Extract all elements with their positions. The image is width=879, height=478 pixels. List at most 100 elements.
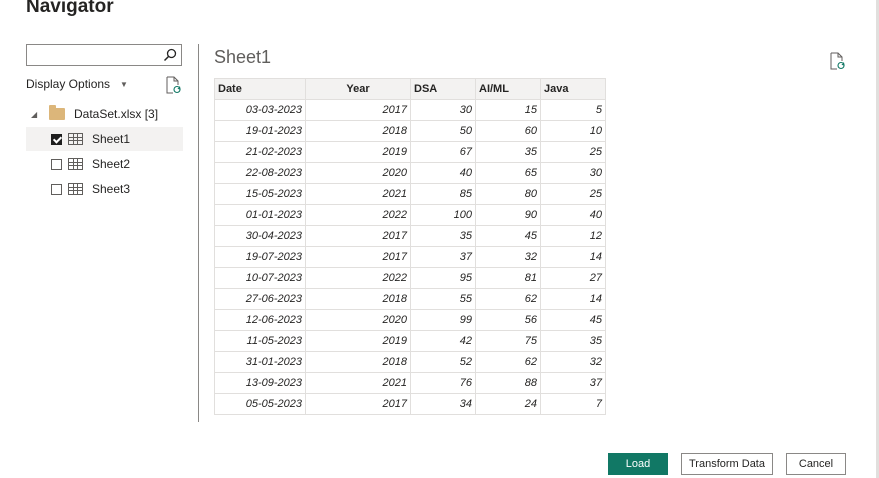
table-cell: 7 [540,393,606,415]
table-cell: 52 [410,351,476,373]
table-cell: 2018 [305,288,411,310]
table-cell: 22-08-2023 [214,162,306,184]
table-cell: 42 [410,330,476,352]
table-cell: 03-03-2023 [214,99,306,121]
table-cell: 25 [540,141,606,163]
table-cell: 37 [540,372,606,394]
checkbox-sheet2[interactable] [51,158,62,170]
table-cell: 15-05-2023 [214,183,306,205]
table-cell: 62 [475,288,541,310]
column-header-aiml[interactable]: AI/ML [475,78,541,100]
table-cell: 95 [410,267,476,289]
tree-item-sheet3[interactable]: Sheet3 [26,177,183,201]
table-cell: 11-05-2023 [214,330,306,352]
table-cell: 40 [540,204,606,226]
display-options-dropdown[interactable]: Display Options ▼ [26,77,128,91]
table-row: 31-01-2023 2018 52 62 32 [214,351,606,373]
table-cell: 65 [475,162,541,184]
checkbox-sheet3[interactable] [51,183,62,195]
table-row: 19-07-2023 2017 37 32 14 [214,246,606,268]
table-icon [68,158,83,170]
table-cell: 81 [475,267,541,289]
tree-item-sheet1[interactable]: Sheet1 [26,127,183,151]
table-cell: 2017 [305,99,411,121]
table-cell: 12-06-2023 [214,309,306,331]
table-cell: 31-01-2023 [214,351,306,373]
tree-item-sheet2[interactable]: Sheet2 [26,152,183,176]
refresh-icon[interactable] [165,76,181,94]
table-cell: 2019 [305,141,411,163]
table-cell: 99 [410,309,476,331]
search-input[interactable] [26,44,182,66]
column-header-java[interactable]: Java [540,78,606,100]
table-cell: 30 [410,99,476,121]
table-cell: 01-01-2023 [214,204,306,226]
table-row: 03-03-2023 2017 30 15 5 [214,99,606,121]
table-cell: 37 [410,246,476,268]
table-cell: 76 [410,372,476,394]
table-cell: 14 [540,246,606,268]
search-icon[interactable] [163,48,177,62]
chevron-down-icon: ▼ [120,79,128,89]
table-cell: 13-09-2023 [214,372,306,394]
tree-root-label: DataSet.xlsx [3] [74,107,159,121]
table-cell: 2020 [305,309,411,331]
table-cell: 35 [475,141,541,163]
column-header-date[interactable]: Date [214,78,306,100]
table-cell: 32 [475,246,541,268]
cancel-button[interactable]: Cancel [786,453,846,475]
table-row: 22-08-2023 2020 40 65 30 [214,162,606,184]
table-row: 05-05-2023 2017 34 24 7 [214,393,606,415]
table-cell: 24 [475,393,541,415]
table-cell: 14 [540,288,606,310]
table-cell: 2022 [305,204,411,226]
table-row: 15-05-2023 2021 85 80 25 [214,183,606,205]
table-cell: 05-05-2023 [214,393,306,415]
table-cell: 2018 [305,120,411,142]
table-cell: 45 [475,225,541,247]
table-cell: 67 [410,141,476,163]
tree-item-label: Sheet3 [92,182,131,196]
table-cell: 60 [475,120,541,142]
table-cell: 5 [540,99,606,121]
table-cell: 19-07-2023 [214,246,306,268]
table-cell: 2020 [305,162,411,184]
collapse-triangle-icon[interactable]: ◢ [31,110,41,119]
table-cell: 2017 [305,393,411,415]
table-cell: 80 [475,183,541,205]
refresh-preview-icon[interactable] [829,52,845,70]
tree-root-dataset[interactable]: ◢ DataSet.xlsx [3] [26,104,158,124]
table-row: 12-06-2023 2020 99 56 45 [214,309,606,331]
table-cell: 85 [410,183,476,205]
preview-table: Date Year DSA AI/ML Java 03-03-2023 2017 3… [214,78,606,415]
table-row: 19-01-2023 2018 50 60 10 [214,120,606,142]
table-cell: 35 [410,225,476,247]
column-header-year[interactable]: Year [305,78,411,100]
table-cell: 40 [410,162,476,184]
table-cell: 2022 [305,267,411,289]
table-cell: 90 [475,204,541,226]
table-cell: 75 [475,330,541,352]
table-row: 27-06-2023 2018 55 62 14 [214,288,606,310]
table-cell: 25 [540,183,606,205]
table-cell: 30-04-2023 [214,225,306,247]
display-options-label: Display Options [26,77,111,91]
load-button[interactable]: Load [608,453,668,475]
table-cell: 27-06-2023 [214,288,306,310]
table-cell: 62 [475,351,541,373]
table-row: 13-09-2023 2021 76 88 37 [214,372,606,394]
table-cell: 100 [410,204,476,226]
table-cell: 55 [410,288,476,310]
table-row: 10-07-2023 2022 95 81 27 [214,267,606,289]
table-cell: 12 [540,225,606,247]
column-header-dsa[interactable]: DSA [410,78,476,100]
table-cell: 2021 [305,183,411,205]
table-cell: 21-02-2023 [214,141,306,163]
table-cell: 2017 [305,225,411,247]
pane-divider[interactable] [198,44,199,422]
preview-title: Sheet1 [214,47,272,67]
table-cell: 27 [540,267,606,289]
checkbox-sheet1[interactable] [51,133,62,145]
transform-data-button[interactable]: Transform Data [681,453,773,475]
table-cell: 56 [475,309,541,331]
